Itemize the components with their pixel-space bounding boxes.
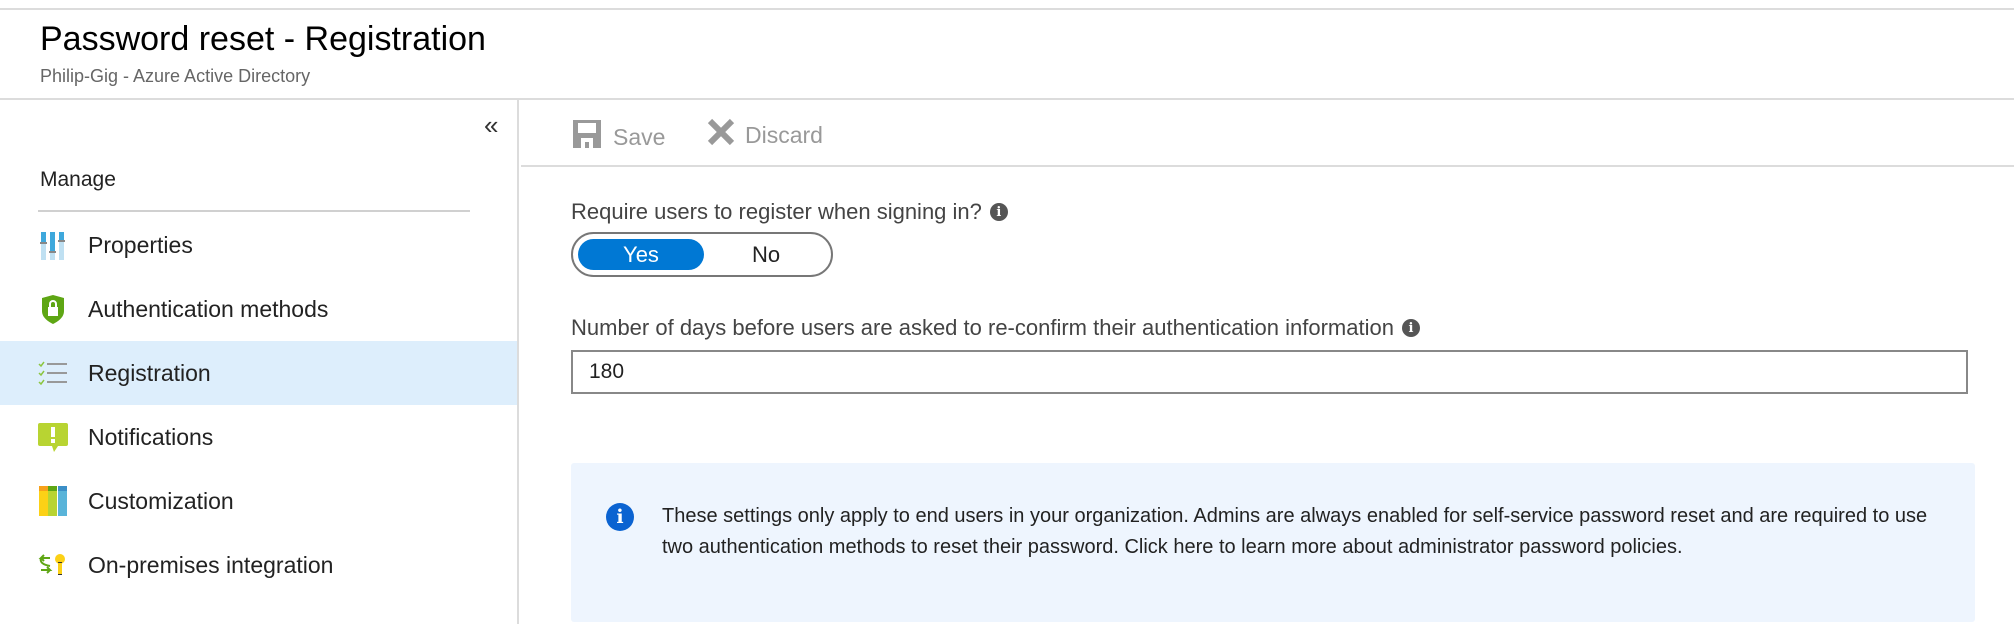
sidebar: « Manage Properties Authentication metho… bbox=[0, 100, 519, 624]
info-banner: i These settings only apply to end users… bbox=[571, 463, 1975, 622]
command-bar: Save Discard bbox=[521, 100, 2014, 167]
reconfirm-days-text: Number of days before users are asked to… bbox=[571, 315, 1394, 340]
customization-icon bbox=[38, 486, 68, 516]
info-banner-text[interactable]: These settings only apply to end users i… bbox=[662, 501, 1952, 562]
info-icon[interactable]: i bbox=[1401, 319, 1420, 337]
sidebar-item-authentication-methods[interactable]: Authentication methods bbox=[0, 277, 517, 341]
top-border bbox=[0, 8, 2014, 10]
discard-button[interactable]: Discard bbox=[707, 118, 823, 152]
toggle-option-no[interactable]: No bbox=[703, 239, 829, 270]
sidebar-item-registration[interactable]: Registration bbox=[0, 341, 517, 405]
shield-lock-icon bbox=[38, 294, 68, 324]
discard-icon bbox=[707, 118, 735, 152]
section-divider bbox=[38, 210, 470, 212]
page-subtitle: Philip-Gig - Azure Active Directory bbox=[40, 66, 311, 86]
sidebar-item-label: Registration bbox=[88, 359, 211, 386]
save-label: Save bbox=[613, 123, 666, 150]
save-button[interactable]: Save bbox=[571, 118, 665, 156]
sidebar-item-notifications[interactable]: Notifications bbox=[0, 405, 517, 469]
reconfirm-days-label: Number of days before users are asked to… bbox=[571, 315, 1420, 341]
require-registration-text: Require users to register when signing i… bbox=[571, 199, 982, 224]
info-icon: i bbox=[606, 503, 634, 531]
reconfirm-days-input[interactable] bbox=[571, 350, 1968, 394]
notification-icon bbox=[38, 422, 68, 452]
discard-label: Discard bbox=[745, 121, 823, 148]
sidebar-item-label: Notifications bbox=[88, 423, 214, 450]
info-icon[interactable]: i bbox=[989, 203, 1008, 221]
sidebar-item-label: On-premises integration bbox=[88, 551, 334, 578]
toggle-option-yes[interactable]: Yes bbox=[578, 239, 704, 270]
sidebar-item-label: Customization bbox=[88, 487, 234, 514]
require-registration-label: Require users to register when signing i… bbox=[571, 199, 1008, 225]
sidebar-item-on-premises-integration[interactable]: On-premises integration bbox=[0, 533, 517, 597]
sidebar-item-label: Authentication methods bbox=[88, 295, 329, 322]
require-registration-toggle[interactable]: Yes No bbox=[571, 232, 833, 277]
sidebar-item-customization[interactable]: Customization bbox=[0, 469, 517, 533]
section-heading-manage: Manage bbox=[40, 168, 116, 191]
save-icon bbox=[571, 118, 603, 156]
collapse-sidebar-button[interactable]: « bbox=[484, 110, 498, 141]
checklist-icon bbox=[38, 358, 68, 388]
on-premises-icon bbox=[38, 550, 68, 580]
properties-icon bbox=[38, 230, 68, 260]
sidebar-item-label: Properties bbox=[88, 231, 193, 258]
sidebar-item-properties[interactable]: Properties bbox=[0, 213, 517, 277]
page-title: Password reset - Registration bbox=[40, 20, 486, 58]
